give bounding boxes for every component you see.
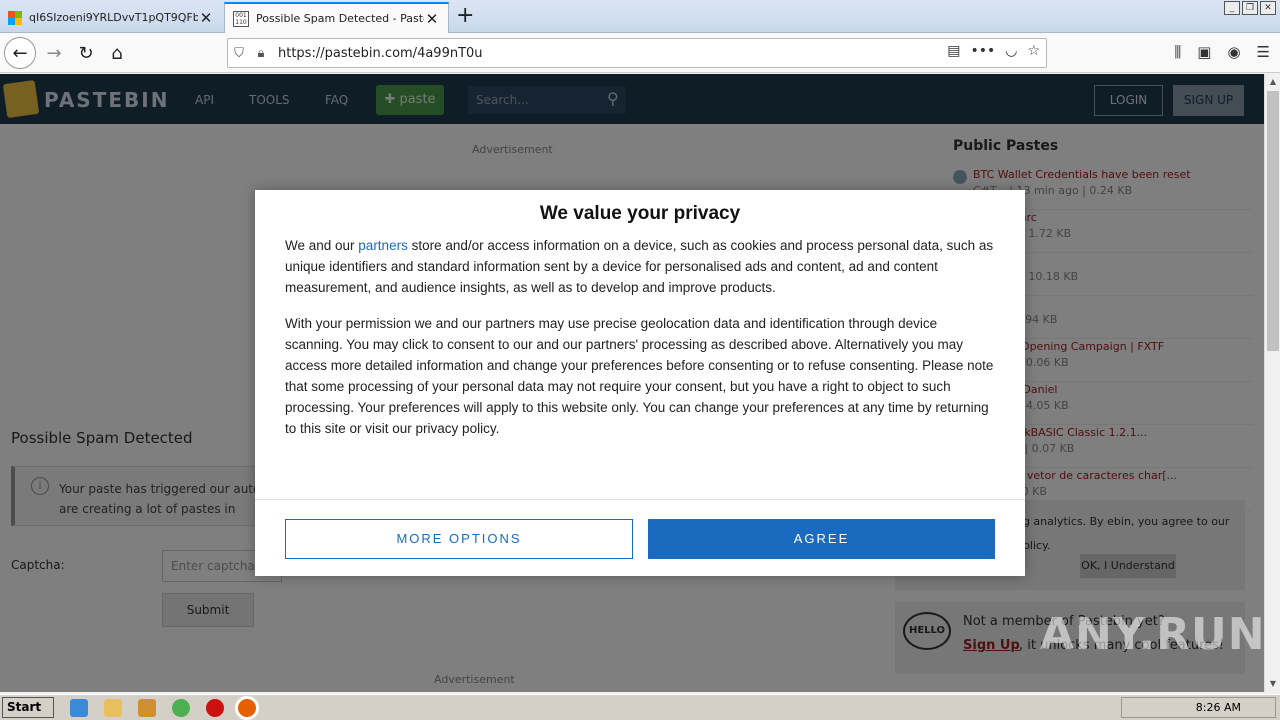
url-bar[interactable]: ⛉ 🔒︎ https://pastebin.com/4a99nT0u ▤ •••… — [227, 38, 1047, 68]
sidebar-icon[interactable]: ▣ — [1197, 43, 1211, 61]
start-label: Start — [7, 700, 42, 714]
para1-start: We and our — [285, 238, 359, 253]
browser-tab-bar: qI6SIzoeni9YRLDvvT1pQT9QFbhpl ✕ 001110 P… — [0, 0, 1280, 33]
opera-icon[interactable] — [206, 699, 224, 717]
browser-nav-bar: ← → ↻ ⌂ ⛉ 🔒︎ https://pastebin.com/4a99nT… — [0, 33, 1280, 73]
tab-title: Possible Spam Detected - Pastebin — [256, 12, 424, 25]
tab-title: qI6SIzoeni9YRLDvvT1pQT9QFbhpl — [29, 11, 198, 24]
media-player-icon[interactable] — [138, 699, 156, 717]
library-icon[interactable]: ⫼ — [1174, 43, 1181, 61]
pocket-icon[interactable]: ◡ — [1005, 43, 1017, 59]
page-content: PASTEBIN API TOOLS FAQ ✚ paste Search...… — [0, 74, 1264, 692]
scroll-down-icon[interactable]: ▼ — [1265, 676, 1280, 692]
partners-link[interactable]: partners — [358, 238, 408, 253]
url-actions: ▤ ••• ◡ ☆ — [947, 43, 1040, 59]
close-icon[interactable]: ✕ — [424, 10, 440, 28]
minimize-button[interactable]: _ — [1224, 1, 1240, 15]
reader-view-icon[interactable]: ▤ — [947, 43, 960, 59]
tab-inactive[interactable]: qI6SIzoeni9YRLDvvT1pQT9QFbhpl ✕ — [0, 2, 222, 33]
toolbar-right: ⫼ ▣ ◉ ☰ — [1174, 43, 1270, 61]
url-text[interactable]: https://pastebin.com/4a99nT0u — [278, 46, 483, 61]
modal-footer: MORE OPTIONS AGREE — [255, 499, 1025, 576]
page-scrollbar[interactable]: ▲ ▼ — [1264, 74, 1280, 692]
account-icon[interactable]: ◉ — [1227, 43, 1240, 61]
close-icon[interactable]: ✕ — [198, 9, 214, 27]
agree-button[interactable]: AGREE — [648, 519, 995, 559]
start-button[interactable]: Start — [2, 697, 54, 718]
privacy-paragraph-1: We and our partners store and/or access … — [285, 235, 997, 298]
privacy-consent-modal: We value your privacy We and our partner… — [255, 190, 1025, 576]
explorer-icon[interactable] — [104, 699, 122, 717]
modal-title: We value your privacy — [539, 203, 741, 224]
firefox-icon[interactable] — [238, 699, 256, 717]
pastebin-favicon-icon: 001 110 — [233, 10, 249, 27]
page-actions-icon[interactable]: ••• — [970, 43, 995, 59]
more-options-button[interactable]: MORE OPTIONS — [285, 519, 633, 559]
restore-button[interactable]: ❐ — [1242, 1, 1258, 15]
back-arrow-icon[interactable]: ← — [4, 37, 36, 69]
reload-icon[interactable]: ↻ — [70, 37, 102, 69]
new-tab-button[interactable]: + — [456, 5, 474, 27]
shield-icon[interactable]: ⛉ — [228, 46, 250, 61]
chrome-icon[interactable] — [172, 699, 190, 717]
home-icon[interactable]: ⌂ — [101, 37, 133, 69]
close-window-button[interactable]: ✕ — [1260, 1, 1276, 15]
bookmark-star-icon[interactable]: ☆ — [1027, 43, 1040, 59]
system-tray: 8:26 AM — [1121, 697, 1276, 718]
menu-icon[interactable]: ☰ — [1257, 43, 1270, 61]
clock: 8:26 AM — [1195, 701, 1241, 714]
anyrun-watermark: ANY.RUN — [1040, 609, 1264, 660]
windows-taskbar: Start 8:26 AM — [0, 694, 1280, 720]
window-controls: _ ❐ ✕ — [1224, 1, 1276, 15]
lock-icon[interactable]: 🔒︎ — [250, 46, 272, 61]
privacy-paragraph-2: With your permission we and our partners… — [285, 316, 994, 436]
windows-logo-icon — [8, 10, 22, 25]
ie-icon[interactable] — [70, 699, 88, 717]
forward-arrow-icon[interactable]: → — [38, 37, 70, 69]
tab-active[interactable]: 001110 Possible Spam Detected - Pastebin… — [224, 2, 449, 33]
scrollbar-thumb[interactable] — [1267, 91, 1279, 351]
scroll-up-icon[interactable]: ▲ — [1265, 74, 1280, 90]
